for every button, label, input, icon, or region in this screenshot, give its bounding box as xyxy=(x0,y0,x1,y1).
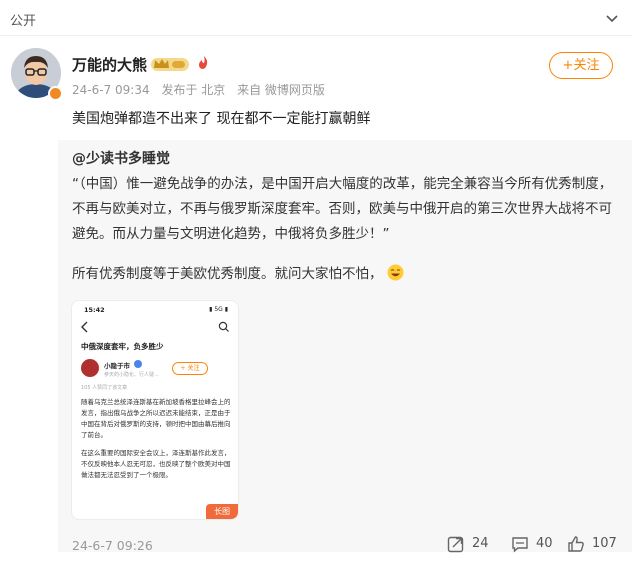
screenshot-readers: 105 人赞同了该文章 xyxy=(81,385,128,391)
vip-crown-icon[interactable] xyxy=(151,56,189,72)
visibility-label: 公开 xyxy=(10,14,37,29)
screenshot-body: 随着乌克兰总统泽连斯基在新加坡香格里拉峰会上的发言，指出俄乌战争之所以迟迟未能结… xyxy=(81,397,233,488)
post-source: 来自 微博网页版 xyxy=(237,83,325,97)
comment-count: 40 xyxy=(536,536,553,551)
screenshot-avatar xyxy=(81,359,99,377)
follow-button[interactable]: +关注 xyxy=(549,52,613,79)
screenshot-paragraph: 在这么重要的国际安全会议上，泽连斯基作此发言，不仅反映他本人忍无可忍，也反映了整… xyxy=(81,449,231,479)
post-meta: 24-6-7 09:34 发布于 北京 来自 微博网页版 xyxy=(72,81,333,98)
screenshot-verified-icon xyxy=(134,360,142,368)
repost-time[interactable]: 24-6-7 09:26 xyxy=(72,538,153,553)
repost-card[interactable]: @少读书多睡觉 “（中国）惟一避免战争的办法，是中国开启大幅度的改革，能完全兼容… xyxy=(58,140,632,552)
screenshot-author-sub: 参天的小隐化、行人疑... xyxy=(104,372,159,378)
screenshot-follow-button: + 关注 xyxy=(172,362,208,375)
verified-badge-icon xyxy=(48,86,63,101)
screenshot-author: 小隐于市 xyxy=(104,362,130,370)
post-location: 发布于 北京 xyxy=(161,83,226,97)
search-icon xyxy=(218,321,229,332)
hot-icon xyxy=(199,56,208,69)
post-text: 美国炮弹都造不出来了 现在都不一定能打赢朝鲜 xyxy=(72,111,371,127)
comment-icon xyxy=(512,537,528,553)
post-time[interactable]: 24-6-7 09:34 xyxy=(72,83,150,97)
screenshot-status-time: 15:42 xyxy=(84,306,105,314)
long-image[interactable]: 15:42 ▮ 5G ▮ 中俄深度套牢，负多胜少 小隐于市 参天的小隐化、行人疑… xyxy=(71,300,239,520)
repost-comment: 所有优秀制度等于美欧优秀制度。就问大家怕不怕， xyxy=(72,262,404,282)
author-name[interactable]: 万能的大熊 xyxy=(72,54,147,75)
repost-quote: “（中国）惟一避免战争的办法，是中国开启大幅度的改革，能完全兼容当今所有优秀制度… xyxy=(72,176,613,242)
screenshot-status-icons: ▮ 5G ▮ xyxy=(209,306,228,313)
back-arrow-icon xyxy=(81,321,88,333)
long-image-tag: 长图 xyxy=(206,504,238,519)
screenshot-paragraph: 随着乌克兰总统泽连斯基在新加坡香格里拉峰会上的发言，指出俄乌战争之所以迟迟未能结… xyxy=(81,398,231,439)
share-icon xyxy=(447,536,464,553)
visibility-bar: 公开 xyxy=(0,0,632,36)
chevron-down-icon[interactable] xyxy=(604,10,620,26)
laugh-emoji-icon xyxy=(387,264,403,281)
screenshot-title: 中俄深度套牢，负多胜少 xyxy=(81,342,164,351)
repost-count: 24 xyxy=(472,536,489,551)
repost-comment-text: 所有优秀制度等于美欧优秀制度。就问大家怕不怕， xyxy=(72,266,383,282)
repost-author[interactable]: @少读书多睡觉 xyxy=(72,148,170,168)
thumbs-up-icon xyxy=(568,536,584,552)
like-count: 107 xyxy=(592,536,617,551)
